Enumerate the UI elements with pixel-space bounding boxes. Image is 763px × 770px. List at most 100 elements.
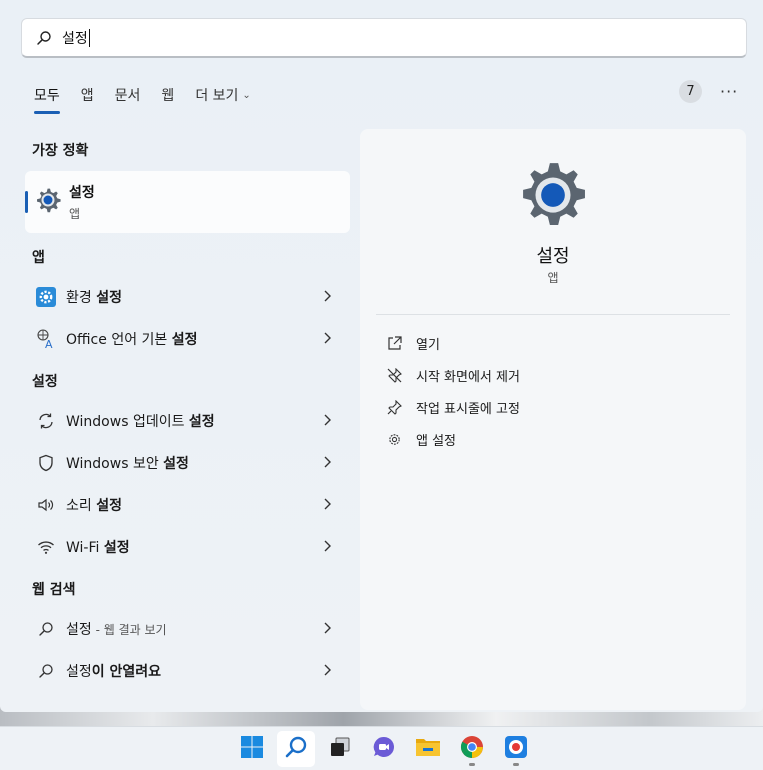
chat-button[interactable] [365,731,403,767]
setting-item-label: Windows 업데이트 설정 [66,411,215,431]
label-bold: 설정 [103,540,130,556]
chrome-icon [460,735,484,763]
chat-icon [372,735,396,763]
gear-icon [386,431,402,447]
best-match-item[interactable]: 설정 앱 [25,171,350,233]
tab-documents[interactable]: 문서 [115,82,141,108]
web-item-label: 설정 - 웹 결과 보기 [66,619,167,639]
search-input[interactable]: 설정 [21,18,747,58]
recorder-button[interactable] [497,731,535,767]
label-bold: 설정 [96,290,122,306]
chevron-right-icon [324,664,331,676]
chevron-down-icon: ⌄ [242,89,251,101]
action-pin-taskbar[interactable]: 작업 표시줄에 고정 [386,395,520,419]
more-options-label: ··· [720,82,739,101]
windows-logo-icon [240,735,264,763]
tab-apps[interactable]: 앱 [81,82,94,108]
tab-all-label: 모두 [34,88,60,104]
rewards-badge[interactable]: 7 [679,80,702,103]
setting-item-label: 소리 설정 [66,495,122,515]
action-pin-label: 작업 표시줄에 고정 [416,401,520,417]
action-open-label: 열기 [416,337,440,353]
running-indicator [469,763,475,766]
tab-web[interactable]: 웹 [161,82,174,108]
tab-web-label: 웹 [161,88,175,104]
label-text: Wi-Fi [66,540,104,556]
language-icon: A [35,328,57,350]
label-bold: 설정 [188,414,215,430]
app-item-label: 환경 설정 [66,287,122,307]
search-value: 설정 [62,30,88,47]
svg-text:A: A [45,338,53,350]
running-indicator [513,763,519,766]
action-unpin-start[interactable]: 시작 화면에서 제거 [386,363,520,387]
setting-item-windows-security[interactable]: Windows 보안 설정 [25,443,350,483]
tab-documents-label: 문서 [114,88,141,104]
task-view-icon [329,736,351,762]
setting-item-sound[interactable]: 소리 설정 [25,485,350,525]
detail-subtitle: 앱 [547,271,559,285]
setting-item-wifi[interactable]: Wi-Fi 설정 [25,527,350,567]
file-explorer-button[interactable] [409,731,447,767]
tab-more-label: 더 보기 [195,88,239,104]
more-options-button[interactable]: ··· [720,82,738,101]
app-item-office-language[interactable]: A Office 언어 기본 설정 [25,319,350,359]
badge-count: 7 [686,84,695,99]
web-item-settings-not-opening[interactable]: 설정이 안열려요 [25,651,350,691]
folder-icon [415,736,441,762]
speaker-icon [35,494,57,516]
task-view-button[interactable] [321,731,359,767]
label-bold: 설정 [163,456,189,472]
section-best-match: 가장 정확 [32,143,89,159]
chevron-right-icon [324,414,331,426]
label-sub: - 웹 결과 보기 [91,623,167,637]
tab-all[interactable]: 모두 [34,82,60,114]
section-web-search: 웹 검색 [32,582,76,598]
action-app-settings-label: 앱 설정 [416,433,457,449]
search-icon [37,30,51,45]
start-button[interactable] [233,731,271,767]
search-icon [284,735,308,763]
search-icon [35,660,57,682]
settings-gear-icon [35,187,61,217]
text-caret [88,28,90,47]
setting-item-windows-update[interactable]: Windows 업데이트 설정 [25,401,350,441]
action-app-settings[interactable]: 앱 설정 [386,427,456,451]
shield-icon [35,452,57,474]
open-external-icon [386,335,402,351]
web-item-settings-results[interactable]: 설정 - 웹 결과 보기 [25,609,350,649]
label-text: Windows 보안 [66,456,164,472]
pin-icon [386,399,402,415]
label-text: 소리 [66,498,97,514]
best-match-subtitle: 앱 [69,207,81,221]
taskbar [0,726,763,770]
unpin-icon [386,367,402,383]
detail-title: 설정 [536,246,570,267]
chrome-button[interactable] [453,731,491,767]
settings-gear-icon [520,161,586,231]
chevron-right-icon [324,498,331,510]
label-bold: 이 안열려요 [91,664,162,680]
label-text: 설정 [66,664,92,680]
label-bold: 설정 [171,332,198,348]
detail-divider [376,314,730,315]
chevron-right-icon [324,456,331,468]
web-item-label: 설정이 안열려요 [66,661,161,681]
tab-more[interactable]: 더 보기 ⌄ [195,82,250,108]
taskbar-search-button[interactable] [277,731,315,767]
setting-item-label: Wi-Fi 설정 [66,537,130,557]
chevron-right-icon [324,540,331,552]
search-icon [35,618,57,640]
search-panel: 설정 모두 앱 문서 웹 더 보기 ⌄ 7 ··· 가장 정확 설정 앱 앱 환… [0,0,763,712]
chevron-right-icon [324,622,331,634]
wifi-icon [35,536,57,558]
filter-tabs: 모두 앱 문서 웹 더 보기 ⌄ [34,80,272,114]
action-open[interactable]: 열기 [386,331,440,355]
app-item-label: Office 언어 기본 설정 [66,329,198,349]
gear-blue-icon [35,286,57,308]
detail-pane: 설정 앱 열기 시작 화면에서 제거 작업 표시줄에 고정 앱 설정 [360,129,746,710]
section-settings: 설정 [32,374,58,390]
app-item-environment-settings[interactable]: 환경 설정 [25,277,350,317]
tab-apps-label: 앱 [80,88,94,104]
chevron-right-icon [324,290,331,302]
